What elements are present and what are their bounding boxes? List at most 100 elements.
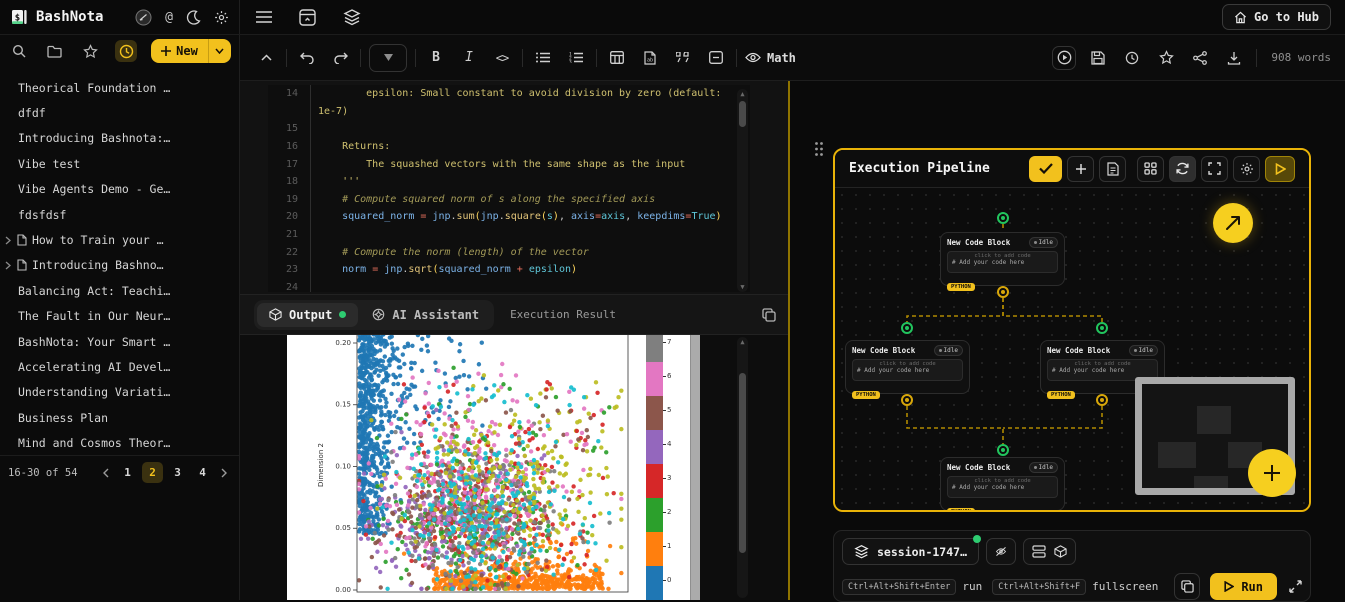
tab-ai-assistant[interactable]: AI Assistant [360,303,491,327]
table-icon[interactable] [605,46,629,70]
run-all-icon[interactable] [1052,45,1077,70]
note-list-item[interactable]: Introducing Bashnota:… [0,126,239,151]
layers-icon[interactable] [343,8,361,26]
menu-hamburger-icon[interactable] [256,11,272,23]
pipeline-settings-button[interactable] [1233,155,1260,182]
copy-code-button[interactable] [1174,573,1201,600]
refresh-button[interactable] [1169,155,1196,182]
math-toggle-button[interactable]: Math [745,51,796,65]
note-list-item[interactable]: Balancing Act: Teachi… [0,278,239,303]
bold-icon[interactable]: B [424,46,448,70]
output-connector[interactable] [901,394,913,406]
pipeline-node[interactable]: New Code Block Idle click to add code # … [940,457,1065,510]
new-button-caret[interactable] [208,39,231,63]
download-icon[interactable] [1222,46,1246,70]
panel-collapse-icon[interactable] [299,8,316,26]
input-connector[interactable] [901,322,913,334]
add-block-fab[interactable] [1248,449,1296,497]
settings-gear-icon[interactable] [214,10,229,25]
server-kernel-button[interactable] [1023,538,1077,565]
redo-icon[interactable] [328,46,352,70]
dark-mode-moon-icon[interactable] [186,9,201,25]
node-code-preview[interactable]: click to add code # Add your code here [947,476,1058,498]
note-list-item[interactable]: Theorical Foundation … [0,75,239,100]
note-list-item[interactable]: The Fault in Our Neur… [0,304,239,329]
page-button[interactable]: 2 [142,462,163,483]
run-button[interactable]: Run [1210,573,1277,600]
pen-circle-icon[interactable] [135,9,152,26]
node-code-preview[interactable]: click to add code # Add your code here [947,251,1058,273]
expand-icon[interactable] [1289,580,1302,593]
page-button[interactable]: 1 [117,462,138,483]
word-count: 908 words [1271,51,1331,64]
chevron-right-icon[interactable] [4,236,12,245]
node-code-preview[interactable]: click to add code # Add your code here [852,359,963,381]
code-block[interactable]: 14 epsilon: Small constant to avoid divi… [268,85,750,292]
block-type-dropdown[interactable] [369,43,407,72]
page-next-icon[interactable] [217,468,231,478]
drag-handle-icon[interactable] [814,141,824,157]
note-list-item[interactable]: Vibe Agents Demo - Ge… [0,177,239,202]
mention-icon[interactable]: @ [165,10,173,25]
favorite-star-icon[interactable] [1154,46,1178,70]
output-connector[interactable] [1096,394,1108,406]
figure-scrollbar[interactable] [690,335,700,600]
blockquote-icon[interactable] [671,46,695,70]
note-title: fdsfdsf [18,207,67,222]
output-scrollbar[interactable]: ▲ [737,337,748,598]
output-connector[interactable] [997,286,1009,298]
star-icon[interactable] [80,40,102,62]
colorbar-label: 4 [667,440,672,448]
code-file-icon[interactable]: ab [638,46,662,70]
search-icon[interactable] [8,40,30,62]
collapse-toolbar-icon[interactable] [254,46,278,70]
tab-execution-result[interactable]: Execution Result [510,308,616,321]
go-to-hub-button[interactable]: Go to Hub [1221,4,1331,30]
folder-icon[interactable] [44,40,66,62]
ordered-list-icon[interactable]: 123 [564,46,588,70]
new-note-button[interactable]: New [151,39,231,63]
doc-template-button[interactable] [1099,155,1126,182]
page-prev-icon[interactable] [99,468,113,478]
run-pipeline-button[interactable] [1265,155,1295,182]
input-connector[interactable] [1096,322,1108,334]
confirm-check-button[interactable] [1029,155,1062,182]
bullet-list-icon[interactable] [531,46,555,70]
input-connector[interactable] [997,444,1009,456]
note-list-item[interactable]: Vibe test [0,151,239,176]
pipeline-node[interactable]: New Code Block Idle click to add code # … [940,232,1065,291]
note-list-item[interactable]: Introducing Bashno… [0,253,239,278]
note-list-item[interactable]: Mind and Cosmos Theor… [0,430,239,455]
input-connector[interactable] [997,212,1009,224]
pipeline-node[interactable]: New Code Block Idle click to add code # … [845,340,970,399]
code-inline-icon[interactable]: <> [490,46,514,70]
undo-icon[interactable] [295,46,319,70]
history-clock-icon[interactable] [1120,46,1144,70]
save-icon[interactable] [1086,46,1110,70]
node-code-placeholder: # Add your code here [952,484,1025,491]
note-list-item[interactable]: Business Plan [0,405,239,430]
page-button[interactable]: 4 [192,462,213,483]
note-list-item[interactable]: Accelerating AI Devel… [0,354,239,379]
fullscreen-button[interactable] [1201,155,1228,182]
share-icon[interactable] [1188,46,1212,70]
note-list-item[interactable]: dfdf [0,100,239,125]
copy-output-icon[interactable] [762,307,776,322]
note-list-item[interactable]: fdsfdsf [0,202,239,227]
tab-output[interactable]: Output [257,302,359,327]
code-scrollbar[interactable]: ▲ ▼ [737,89,748,292]
navigate-fab[interactable] [1213,203,1253,243]
layout-grid-button[interactable] [1137,155,1164,182]
add-node-button[interactable] [1067,155,1094,182]
recent-clock-icon[interactable] [115,40,138,62]
note-list-item[interactable]: BashNota: Your Smart … [0,329,239,354]
italic-icon[interactable]: I [457,46,481,70]
hide-output-button[interactable] [986,538,1017,565]
note-list-item[interactable]: Understanding Variati… [0,380,239,405]
note-list-item[interactable]: How to Train your … [0,227,239,252]
page-button[interactable]: 3 [167,462,188,483]
horizontal-rule-icon[interactable] [704,46,728,70]
pipeline-canvas[interactable]: New Code Block Idle click to add code # … [835,188,1309,510]
chevron-right-icon[interactable] [4,261,12,270]
session-selector-button[interactable]: session-1747… [842,535,982,565]
